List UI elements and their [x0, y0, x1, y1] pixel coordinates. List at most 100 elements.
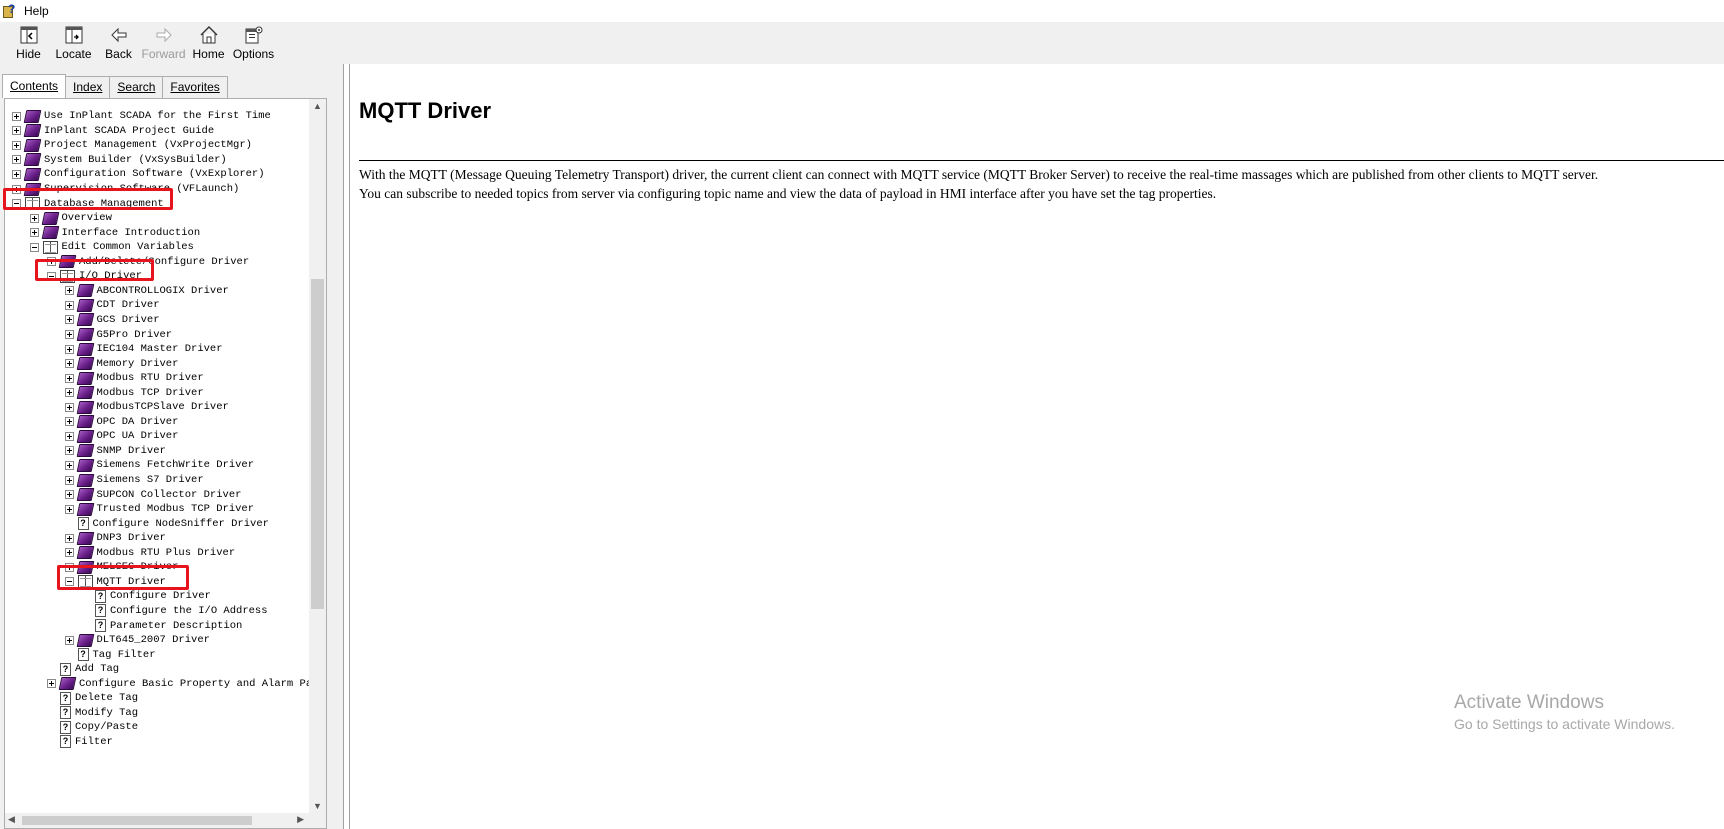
- tree-item[interactable]: Modbus TCP Driver: [64, 385, 204, 400]
- tree-item[interactable]: ? Configure Driver: [82, 589, 211, 604]
- tree-item[interactable]: ? Configure the I/O Address: [82, 604, 268, 619]
- tree-item[interactable]: Configuration Software (VxExplorer): [12, 167, 265, 182]
- scroll-down-arrow-icon[interactable]: ▼: [313, 801, 322, 811]
- tree-item[interactable]: CDT Driver: [64, 298, 160, 313]
- tree-item[interactable]: Database Management: [12, 196, 164, 211]
- expand-plus-icon[interactable]: [47, 679, 56, 689]
- expand-plus-icon[interactable]: [64, 431, 74, 441]
- expand-plus-icon[interactable]: [64, 562, 74, 572]
- tree-vertical-scrollbar[interactable]: ▲ ▼: [309, 99, 326, 813]
- tree-item[interactable]: Overview: [29, 211, 112, 226]
- tree-item[interactable]: InPlant SCADA Project Guide: [12, 124, 214, 139]
- tree-item[interactable]: ? Copy/Paste: [47, 720, 138, 735]
- expand-plus-icon[interactable]: [12, 155, 21, 165]
- expand-plus-icon[interactable]: [12, 169, 21, 179]
- expand-plus-icon[interactable]: [64, 548, 74, 558]
- tab-contents[interactable]: Contents: [2, 74, 67, 98]
- expand-plus-icon[interactable]: [12, 140, 21, 150]
- tab-favorites[interactable]: Favorites: [162, 76, 228, 98]
- tree-item[interactable]: MQTT Driver: [64, 575, 166, 590]
- tree-item[interactable]: SNMP Driver: [64, 444, 166, 459]
- collapse-minus-icon[interactable]: [47, 271, 56, 281]
- expand-plus-icon[interactable]: [12, 184, 21, 194]
- tree-item[interactable]: Siemens FetchWrite Driver: [64, 458, 254, 473]
- tree-item[interactable]: System Builder (VxSysBuilder): [12, 153, 227, 168]
- expand-plus-icon[interactable]: [64, 460, 74, 470]
- tree-item[interactable]: ABCONTROLLOGIX Driver: [64, 284, 229, 299]
- tree-horizontal-scroll-thumb[interactable]: [22, 816, 252, 825]
- home-button[interactable]: Home: [186, 22, 231, 64]
- expand-plus-icon[interactable]: [64, 417, 74, 427]
- expand-plus-icon[interactable]: [64, 344, 74, 354]
- expand-plus-icon[interactable]: [64, 286, 74, 296]
- tree-item[interactable]: Interface Introduction: [29, 225, 200, 240]
- hide-button[interactable]: Hide: [6, 22, 51, 64]
- tree-item[interactable]: ? Tag Filter: [65, 647, 156, 662]
- tree-item[interactable]: ? Filter: [47, 735, 113, 750]
- collapse-minus-icon[interactable]: [29, 242, 39, 252]
- tree-item[interactable]: OPC DA Driver: [64, 415, 178, 430]
- expand-plus-icon[interactable]: [64, 315, 74, 325]
- tree-item[interactable]: ? Modify Tag: [47, 706, 138, 721]
- forward-button[interactable]: Forward: [141, 22, 186, 64]
- tree-item[interactable]: Modbus RTU Driver: [64, 371, 204, 386]
- expand-plus-icon[interactable]: [64, 359, 74, 369]
- locate-button[interactable]: Locate: [51, 22, 96, 64]
- tab-index[interactable]: Index: [65, 76, 111, 98]
- expand-plus-icon[interactable]: [47, 257, 56, 267]
- tree-item[interactable]: OPC UA Driver: [64, 429, 178, 444]
- tab-search[interactable]: Search: [109, 76, 164, 98]
- tree-item[interactable]: Configure Basic Property and Alarm Param…: [47, 676, 309, 691]
- tree-item[interactable]: Supervision Software (VFLaunch): [12, 182, 239, 197]
- expand-plus-icon[interactable]: [12, 126, 21, 136]
- closed-book-icon: [58, 255, 77, 269]
- expand-plus-icon[interactable]: [12, 111, 21, 121]
- expand-plus-icon[interactable]: [64, 533, 74, 543]
- tree-item[interactable]: ? Add Tag: [47, 662, 119, 677]
- tree-item[interactable]: ? Parameter Description: [82, 618, 242, 633]
- expand-plus-icon[interactable]: [64, 635, 74, 645]
- expand-plus-icon[interactable]: [64, 300, 74, 310]
- tree-item[interactable]: ModbusTCPSlave Driver: [64, 400, 229, 415]
- help-page-icon: ?: [60, 735, 71, 749]
- expand-plus-icon[interactable]: [29, 213, 39, 223]
- closed-book-icon: [76, 284, 94, 298]
- scroll-left-arrow-icon[interactable]: ◀: [8, 814, 15, 825]
- expand-plus-icon[interactable]: [64, 330, 74, 339]
- collapse-minus-icon[interactable]: [12, 199, 21, 209]
- tree-item[interactable]: ? Configure NodeSniffer Driver: [65, 516, 269, 531]
- tree-horizontal-scrollbar[interactable]: ◀ ▶: [5, 813, 326, 828]
- hide-icon: [18, 24, 40, 46]
- expand-plus-icon[interactable]: [64, 402, 74, 412]
- scroll-right-arrow-icon[interactable]: ▶: [297, 814, 304, 825]
- expand-plus-icon[interactable]: [64, 475, 74, 485]
- tree-item[interactable]: Trusted Modbus TCP Driver: [64, 502, 254, 517]
- collapse-minus-icon[interactable]: [64, 577, 74, 587]
- scroll-up-arrow-icon[interactable]: ▲: [313, 101, 322, 111]
- expand-plus-icon[interactable]: [64, 490, 74, 500]
- expand-plus-icon[interactable]: [64, 446, 74, 456]
- expand-plus-icon[interactable]: [64, 388, 74, 398]
- tree-item[interactable]: DLT645_2007 Driver: [64, 633, 210, 648]
- tree-item[interactable]: SUPCON Collector Driver: [64, 487, 241, 502]
- tree-item[interactable]: Use InPlant SCADA for the First Time: [12, 109, 271, 124]
- tree-item[interactable]: Memory Driver: [64, 356, 178, 371]
- expand-plus-icon[interactable]: [64, 504, 74, 514]
- tree-item[interactable]: Edit Common Variables: [29, 240, 194, 255]
- expand-plus-icon[interactable]: [64, 373, 74, 383]
- tree-item[interactable]: IEC104 Master Driver: [64, 342, 223, 357]
- tree-item[interactable]: Siemens S7 Driver: [64, 473, 204, 488]
- tree-item[interactable]: Modbus RTU Plus Driver: [64, 546, 235, 561]
- options-button[interactable]: Options: [231, 22, 276, 64]
- tree-item[interactable]: G5Pro Driver: [64, 327, 172, 342]
- tree-item[interactable]: ? Delete Tag: [47, 691, 138, 706]
- tree-item[interactable]: DNP3 Driver: [64, 531, 166, 546]
- tree-item[interactable]: MELSEC Driver: [64, 560, 178, 575]
- tree-vertical-scroll-thumb[interactable]: [311, 279, 324, 609]
- back-button[interactable]: Back: [96, 22, 141, 64]
- tree-item[interactable]: Project Management (VxProjectMgr): [12, 138, 252, 153]
- tree-item[interactable]: Add/Delete/Configure Driver: [47, 255, 249, 270]
- expand-plus-icon[interactable]: [29, 228, 39, 238]
- tree-item[interactable]: GCS Driver: [64, 313, 160, 328]
- tree-item[interactable]: I/O Driver: [47, 269, 142, 284]
